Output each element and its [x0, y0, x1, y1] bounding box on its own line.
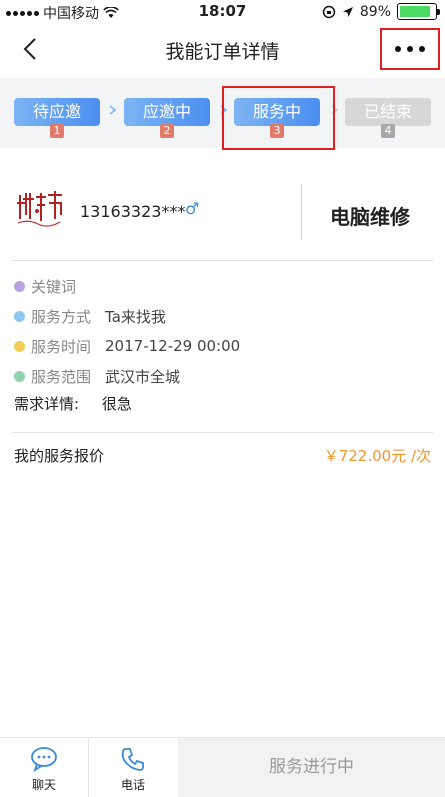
demand-detail-row: 需求详情: 很急	[14, 393, 132, 414]
status-bar: 中国移动 18:07 89%	[0, 0, 445, 24]
divider	[12, 432, 433, 433]
step-label: 待应邀	[32, 102, 81, 121]
service-area-label: 服务范围	[31, 367, 92, 386]
chevron-right-icon	[109, 105, 117, 115]
service-time-row: 服务时间 2017-12-29 00:00	[14, 336, 240, 356]
service-time-value: 2017-12-29 00:00	[105, 337, 241, 355]
service-time-dot-icon	[14, 340, 25, 352]
dot-icon	[407, 46, 413, 52]
step-1: 待应邀 1	[14, 98, 100, 138]
nav-bar: 我能订单详情	[0, 24, 445, 76]
user-phone: 13163323***	[80, 202, 186, 221]
location-icon	[342, 6, 353, 17]
service-name: 电脑维修	[330, 205, 410, 229]
service-method-row: 服务方式 Ta来找我	[14, 306, 166, 326]
gender-male-icon: ♂	[185, 199, 200, 218]
user-avatar	[17, 191, 62, 227]
demand-detail-value: 很急	[101, 395, 132, 413]
order-card: 13163323*** ♂ 电脑维修	[0, 170, 445, 260]
service-area-row: 服务范围 武汉市全城	[14, 366, 180, 386]
bottom-action-bar: 聊天 电话 服务进行中	[0, 737, 445, 797]
divider	[12, 260, 433, 261]
battery-icon	[397, 3, 440, 20]
vertical-divider	[301, 184, 302, 240]
quote-value: ￥722.00元 /次	[323, 447, 431, 465]
step-number: 2	[160, 124, 174, 138]
keyword-dot-icon	[14, 280, 25, 292]
service-method-dot-icon	[14, 310, 25, 322]
keyword-label: 关键词	[31, 277, 77, 296]
status-right: 89%	[322, 3, 440, 20]
step-4: 已结束 4	[345, 98, 431, 138]
rotation-lock-icon	[322, 5, 336, 18]
battery-percent: 89%	[359, 3, 391, 20]
service-area-dot-icon	[14, 370, 25, 382]
service-method-label: 服务方式	[31, 307, 92, 326]
phone-button[interactable]: 电话	[89, 738, 177, 797]
service-area-value: 武汉市全城	[105, 367, 181, 386]
dot-icon	[419, 46, 425, 52]
service-method-value: Ta来找我	[105, 307, 166, 326]
chat-button[interactable]: 聊天	[0, 738, 88, 797]
step-number: 1	[50, 124, 64, 138]
phone-icon	[121, 748, 144, 771]
step-label: 应邀中	[142, 102, 191, 121]
dot-icon	[395, 46, 401, 52]
keyword-row: 关键词	[14, 276, 76, 296]
demand-detail-label: 需求详情:	[14, 395, 80, 413]
chat-icon	[31, 747, 57, 772]
service-time-label: 服务时间	[31, 337, 92, 356]
step-2: 应邀中 2	[124, 98, 210, 138]
service-status-button[interactable]: 服务进行中	[178, 738, 445, 797]
quote-label: 我的服务报价	[14, 447, 105, 465]
phone-label: 电话	[120, 778, 145, 792]
page-title: 我能订单详情	[165, 41, 280, 63]
current-step-highlight	[222, 86, 335, 150]
more-options-button[interactable]	[380, 28, 440, 70]
step-number: 4	[381, 124, 395, 138]
chat-label: 聊天	[31, 778, 56, 792]
step-label: 已结束	[363, 102, 412, 121]
